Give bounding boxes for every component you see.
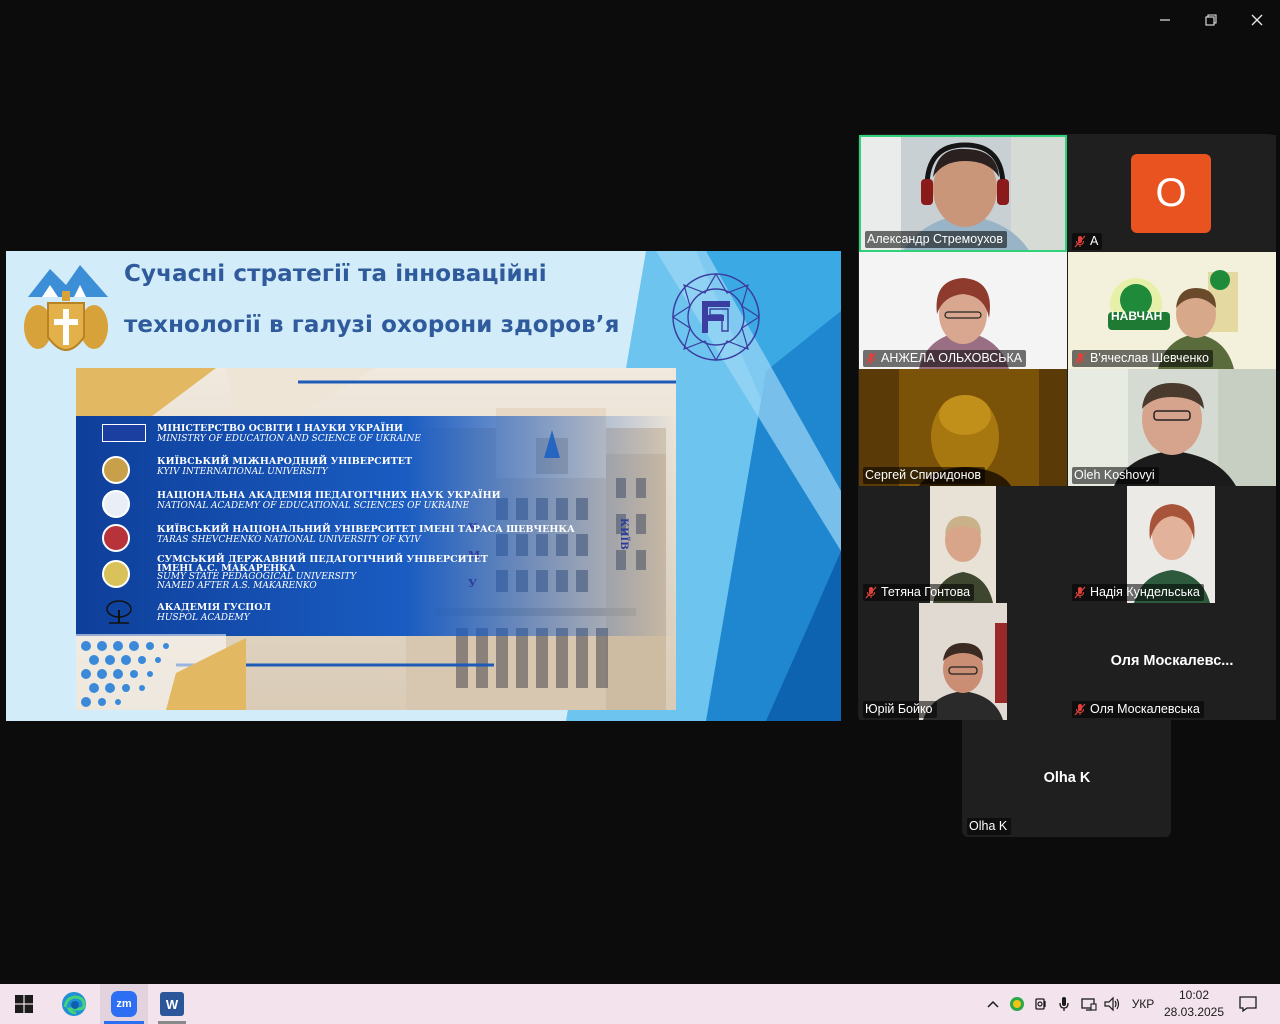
muted-microphone-icon — [1074, 586, 1086, 599]
microphone-in-use-icon[interactable] — [1055, 995, 1073, 1013]
avatar-letter: O — [1155, 171, 1187, 215]
virtual-background-text: НАВЧАН — [1111, 309, 1163, 323]
camera-in-use-icon[interactable] — [1032, 995, 1050, 1013]
org-name-en: TARAS SHEVCHENKO NATIONAL UNIVERSITY OF … — [157, 535, 421, 545]
shevchenko-university-logo — [102, 524, 130, 552]
video-tile-participant[interactable]: Юрій Бойко — [859, 603, 1067, 720]
org-name-en: MINISTRY OF EDUCATION AND SCIENCE OF UKR… — [157, 434, 421, 444]
participant-name: Александр Стремоухов — [867, 232, 1004, 246]
clock-date: 28.03.2025 — [1163, 1005, 1225, 1019]
word-icon-label: W — [165, 996, 179, 1012]
slide-title-line2: технології в галузі охорони здоров’я — [124, 312, 620, 338]
muted-microphone-icon — [865, 586, 877, 599]
participant-display-name: Olha K — [1043, 770, 1091, 786]
participant-name: Тетяна Гонтова — [881, 585, 971, 599]
participant-name-label: Olha K — [967, 818, 1012, 835]
participant-name-label: Александр Стремоухов — [865, 231, 1008, 248]
video-tile-participant[interactable]: Oleh Koshovyi — [1068, 369, 1276, 486]
taskbar-app-edge[interactable] — [50, 984, 98, 1024]
participant-avatar: O — [1131, 154, 1211, 233]
ministry-logo — [102, 424, 146, 442]
participant-display-name: Оля Москалевс... — [1110, 653, 1234, 669]
video-tile-participant[interactable]: НАВЧАН В'ячеслав Шевченко — [1068, 252, 1276, 369]
start-button[interactable] — [0, 984, 48, 1024]
zoom-icon-label: zm — [116, 998, 132, 1010]
participant-name: Юрій Бойко — [865, 702, 933, 716]
input-language-indicator[interactable]: УКР — [1128, 984, 1158, 1024]
show-hidden-icons-chevron-icon[interactable] — [984, 995, 1002, 1013]
participant-name-label: Oleh Koshovyi — [1072, 467, 1159, 484]
windows-start-icon — [15, 995, 33, 1013]
participant-name: АНЖЕЛА ОЛЬХОВСЬКА — [881, 351, 1023, 365]
muted-microphone-icon — [1074, 235, 1086, 248]
video-tile-participant[interactable]: Сергей Спиридонов — [859, 369, 1067, 486]
org-name-uk: НАЦІОНАЛЬНА АКАДЕМІЯ ПЕДАГОГІЧНИХ НАУК У… — [157, 490, 501, 501]
org-name-en-line2: NAMED AFTER A.S. MAKARENKO — [157, 581, 317, 591]
video-tile-participant[interactable]: Надія Кундельська — [1068, 486, 1276, 603]
taskbar-app-word[interactable]: W — [150, 984, 194, 1024]
video-tile-participant[interactable]: O А — [1068, 135, 1276, 252]
shared-screen-slide: Сучасні стратегії та інноваційні техноло… — [6, 251, 841, 721]
crest-logo — [24, 265, 108, 351]
participant-name: В'ячеслав Шевченко — [1090, 351, 1209, 365]
participant-name-label: А — [1072, 233, 1103, 250]
restore-button[interactable] — [1188, 0, 1234, 40]
org-name-en: NATIONAL ACADEMY OF EDUCATIONAL SCIENCES… — [157, 501, 470, 511]
org-name-en: KYIV INTERNATIONAL UNIVERSITY — [157, 467, 328, 477]
building-sign: КИЇВ — [618, 518, 629, 550]
video-tile-participant[interactable]: Александр Стремоухов — [859, 135, 1067, 252]
video-tile-participant[interactable]: Тетяна Гонтова — [859, 486, 1067, 603]
participant-name: Надія Кундельська — [1090, 585, 1200, 599]
participant-name-label: Оля Москалевська — [1072, 701, 1204, 718]
sumy-university-logo — [102, 560, 130, 588]
participant-name: Oleh Koshovyi — [1074, 468, 1155, 482]
kyiv-international-university-logo — [102, 456, 130, 484]
huspol-academy-tree-logo — [106, 600, 132, 624]
clock[interactable]: 10:02 28.03.2025 — [1162, 987, 1226, 1021]
participant-name: Olha K — [969, 819, 1008, 833]
participant-name-label: АНЖЕЛА ОЛЬХОВСЬКА — [863, 350, 1027, 367]
minimize-button[interactable] — [1142, 0, 1188, 40]
conference-emblem — [671, 272, 761, 362]
participant-name-label: Надія Кундельська — [1072, 584, 1204, 601]
participant-name: Оля Москалевська — [1090, 702, 1200, 716]
video-tile-participant[interactable]: Olha K Olha K — [963, 720, 1171, 837]
org-name-uk: КИЇВСЬКИЙ МІЖНАРОДНИЙ УНІВЕРСИТЕТ — [157, 456, 413, 467]
close-button[interactable] — [1234, 0, 1280, 40]
participant-name: А — [1090, 234, 1099, 248]
video-tile-participant[interactable]: Оля Москалевс... Оля Москалевська — [1068, 603, 1276, 720]
org-name-en: HUSPOL ACADEMY — [157, 613, 250, 623]
edge-icon — [62, 992, 86, 1016]
word-icon: W — [160, 992, 184, 1016]
tray-app-icon[interactable] — [1008, 995, 1026, 1013]
slide-title-line1: Сучасні стратегії та інноваційні — [124, 261, 547, 287]
taskbar-app-zoom[interactable]: zm — [100, 984, 148, 1024]
muted-microphone-icon — [1074, 703, 1086, 716]
participant-name-label: В'ячеслав Шевченко — [1072, 350, 1213, 367]
taskbar: zm W УКР 10:02 28.03.2025 — [0, 984, 1280, 1024]
participant-name-label: Тетяна Гонтова — [863, 584, 975, 601]
participant-name: Сергей Спиридонов — [865, 468, 982, 482]
org-name-uk: КИЇВСЬКИЙ НАЦІОНАЛЬНИЙ УНІВЕРСИТЕТ ІМЕНІ… — [157, 524, 575, 535]
video-tile-participant[interactable]: АНЖЕЛА ОЛЬХОВСЬКА — [859, 252, 1067, 369]
zoom-icon: zm — [111, 991, 137, 1017]
org-name-uk: АКАДЕМІЯ ГУСПОЛ — [157, 602, 271, 613]
participant-name-label: Сергей Спиридонов — [863, 467, 986, 484]
clock-time: 10:02 — [1178, 988, 1210, 1002]
participant-name-label: Юрій Бойко — [863, 701, 937, 718]
network-icon[interactable] — [1080, 995, 1098, 1013]
muted-microphone-icon — [1074, 352, 1086, 365]
notifications-button[interactable] — [1238, 994, 1258, 1014]
university-building-photo: К М У КИЇВ МІНІСТЕРСТВО ОСВІТИ І НАУКИ У… — [76, 368, 676, 710]
close-icon — [1251, 14, 1263, 26]
minimize-icon — [1160, 19, 1170, 21]
notification-speech-bubble-icon — [1239, 996, 1257, 1013]
academy-of-pedagogical-sciences-logo — [102, 490, 130, 518]
restore-icon — [1205, 14, 1217, 26]
muted-microphone-icon — [865, 352, 877, 365]
org-name-uk: МІНІСТЕРСТВО ОСВІТИ І НАУКИ УКРАЇНИ — [157, 423, 404, 434]
speaker-volume-icon[interactable] — [1104, 995, 1122, 1013]
